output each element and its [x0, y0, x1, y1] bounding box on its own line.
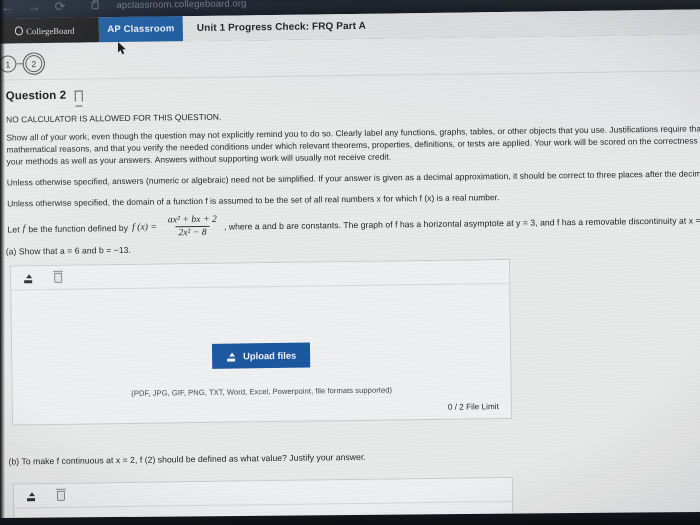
address-bar-url[interactable]: apclassroom.collegeboard.org: [116, 0, 246, 11]
instruction-domain: Unless otherwise specified, the domain o…: [7, 192, 500, 209]
stem-lead: Let: [7, 224, 20, 235]
question-pager: 1 2: [0, 55, 43, 73]
stem-fraction: ax² + bx + 2 2x² − 8: [165, 213, 220, 239]
upload-arrow-icon: [226, 351, 237, 362]
question-page: 1 2 Question 2 NO CALCULATOR IS ALLOWED …: [0, 34, 700, 525]
upload-arrow-icon[interactable]: [26, 490, 37, 501]
instruction-no-calculator: NO CALCULATOR IS ALLOWED FOR THIS QUESTI…: [5, 111, 222, 125]
monitor-bezel-left: [0, 0, 5, 525]
instruction-simplify: Unless otherwise specified, answers (num…: [6, 168, 700, 188]
stem-f-of-x: f (x) =: [131, 221, 158, 234]
trash-icon[interactable]: [54, 272, 63, 283]
file-limit-counter: 0 / 2 File Limit: [447, 402, 499, 412]
fraction-denominator: 2x² − 8: [175, 226, 210, 239]
stem-mid: be the function defined by: [28, 222, 129, 234]
trash-icon[interactable]: [56, 490, 66, 501]
upload-arrow-icon[interactable]: [23, 272, 34, 283]
upload-area-part-a: Upload files (PDF, JPG, GIF, PNG, TXT, W…: [9, 258, 513, 426]
pager-connector: [16, 63, 26, 65]
supported-formats-note: (PDF, JPG, GIF, PNG, TXT, Word, Excel, P…: [131, 385, 393, 398]
fraction-numerator: ax² + bx + 2: [167, 213, 217, 226]
stem-tail: , where a and b are constants. The graph…: [223, 215, 700, 232]
tilted-screen-content: ← → ⟳ apclassroom.collegeboard.org Colle…: [0, 0, 700, 525]
lock-icon: [91, 1, 99, 10]
part-b-label: (b) To make f continuous at x = 2, f (2)…: [8, 451, 366, 467]
forward-arrow-icon[interactable]: →: [27, 0, 40, 14]
upload-files-button[interactable]: Upload files: [211, 342, 311, 369]
collegeboard-logo[interactable]: CollegeBoard: [0, 17, 100, 44]
stem-f-symbol: f: [22, 223, 26, 235]
upload-files-label: Upload files: [243, 349, 297, 362]
brand-label: CollegeBoard: [26, 25, 75, 36]
page-title: Question 2: [5, 89, 67, 103]
upload-dropzone[interactable]: Upload files (PDF, JPG, GIF, PNG, TXT, W…: [11, 284, 511, 425]
acorn-icon: [14, 25, 24, 36]
screen-photo: ← → ⟳ apclassroom.collegeboard.org Colle…: [0, 0, 700, 525]
tab-ap-classroom[interactable]: AP Classroom: [98, 16, 184, 43]
bookmark-icon[interactable]: [75, 90, 84, 102]
pager-divider: [0, 70, 700, 81]
reload-icon[interactable]: ⟳: [54, 0, 65, 13]
part-a-label: (a) Show that a = 6 and b = −13.: [5, 244, 131, 257]
pager-item-2[interactable]: 2: [25, 55, 43, 73]
question-stem: Let f be the function defined by f (x) =…: [7, 208, 700, 241]
question-title-row: Question 2: [6, 90, 84, 103]
